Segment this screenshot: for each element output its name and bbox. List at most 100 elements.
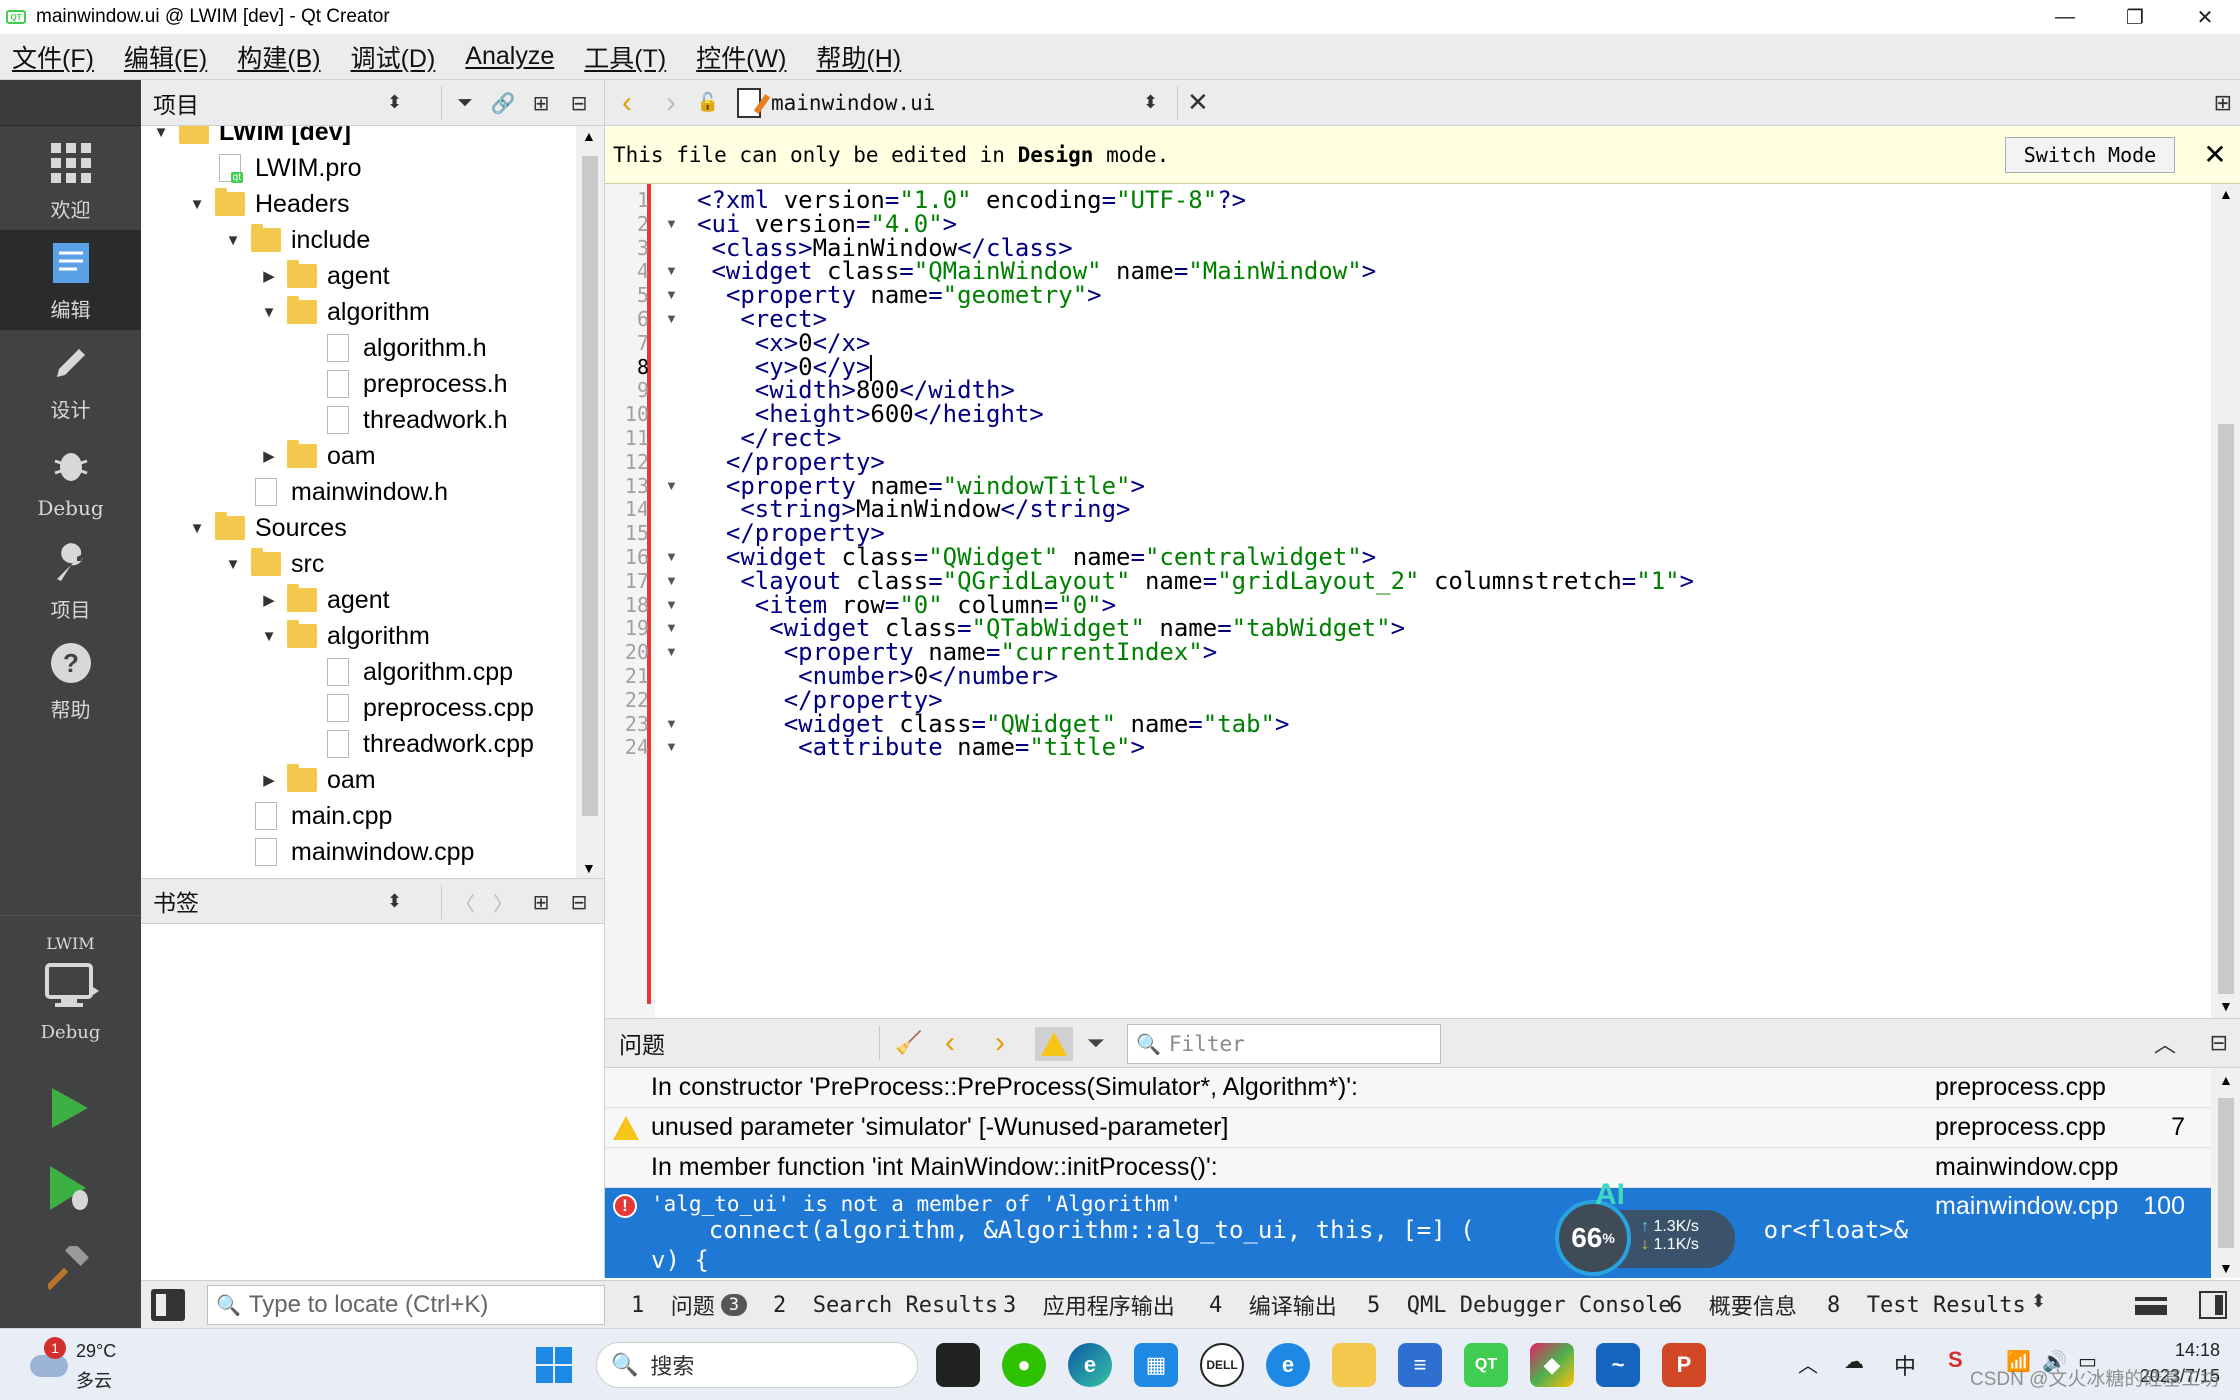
collapsed-arrow-icon[interactable]: ▶	[257, 267, 281, 285]
tree-item[interactable]: algorithm.cpp	[293, 654, 513, 690]
tree-item[interactable]: ▶ oam	[257, 438, 376, 474]
restore-button[interactable]: ❐	[2100, 0, 2170, 34]
mode-projects[interactable]: 项目	[0, 530, 141, 630]
fold-toggle-icon[interactable]: ▼	[665, 573, 678, 588]
scroll-down-icon[interactable]: ▼	[2219, 998, 2233, 1014]
editor-scrollbar[interactable]: ▲ ▼	[2211, 184, 2240, 1018]
tree-item[interactable]: preprocess.cpp	[293, 690, 534, 726]
filter-categories-button[interactable]: ⏷	[1087, 1030, 1105, 1056]
issue-row[interactable]: unused parameter 'simulator' [-Wunused-p…	[605, 1108, 2211, 1148]
tree-item[interactable]: preprocess.h	[293, 366, 508, 402]
tree-item[interactable]: ▼ Headers	[185, 186, 350, 222]
go-forward-button[interactable]: ›	[649, 83, 693, 123]
edge-browser-icon[interactable]: e	[1068, 1343, 1112, 1387]
taskbar-search[interactable]: 🔍 搜索	[596, 1342, 918, 1388]
expanded-arrow-icon[interactable]: ▼	[149, 126, 173, 141]
weather-widget[interactable]: 1 29°C 多云	[30, 1337, 150, 1395]
start-button[interactable]	[532, 1343, 576, 1387]
wechat-icon[interactable]: ●	[1002, 1343, 1046, 1387]
sogou-ime-icon[interactable]: S	[1948, 1347, 1963, 1373]
split-editor-button[interactable]: ⊞	[2214, 90, 2232, 116]
file-explorer-icon[interactable]	[1332, 1343, 1376, 1387]
tray-overflow-icon[interactable]: ︿	[1798, 1349, 1818, 1378]
powerpoint-icon[interactable]: P	[1662, 1343, 1706, 1387]
fold-toggle-icon[interactable]: ▼	[665, 287, 678, 302]
next-bookmark-button[interactable]: 〉	[484, 883, 522, 921]
close-panel-button[interactable]: ⊟	[560, 84, 598, 122]
filter-tree-button[interactable]: ⏷	[446, 84, 484, 122]
tree-item[interactable]: ▼ include	[221, 222, 370, 258]
tree-item[interactable]: ▶ agent	[257, 258, 390, 294]
ime-indicator[interactable]: 中	[1894, 1349, 1916, 1381]
mode-design[interactable]: 设计	[0, 330, 141, 430]
switch-mode-button[interactable]: Switch Mode	[2005, 137, 2175, 173]
tree-item[interactable]: mainwindow.h	[221, 474, 448, 510]
expanded-arrow-icon[interactable]: ▼	[257, 628, 281, 645]
expanded-arrow-icon[interactable]: ▼	[257, 304, 281, 321]
expanded-arrow-icon[interactable]: ▼	[221, 556, 245, 573]
project-tree-scrollbar[interactable]: ▲ ▼	[576, 126, 604, 878]
kit-selector[interactable]: LWIM Debug	[0, 915, 141, 1043]
toggle-right-sidebar-button[interactable]	[2199, 1291, 2227, 1319]
tree-item[interactable]: ▼ src	[221, 546, 324, 582]
dell-icon[interactable]: DELL	[1200, 1343, 1244, 1387]
toggle-progress-button[interactable]	[2131, 1291, 2171, 1319]
scroll-up-icon[interactable]: ▲	[2219, 1072, 2233, 1088]
maximize-panel-button[interactable]: ︿	[2154, 1027, 2176, 1059]
fold-toggle-icon[interactable]: ▼	[665, 739, 678, 754]
menu-edit[interactable]: 编辑(E)	[124, 39, 207, 75]
task-view-icon[interactable]	[936, 1343, 980, 1387]
output-tab-qml-console[interactable]: 5 QML Debugger Console	[1367, 1281, 1672, 1329]
fold-toggle-icon[interactable]: ▼	[665, 311, 678, 326]
expanded-arrow-icon[interactable]: ▼	[185, 196, 209, 213]
tree-item[interactable]: ▼ Sources	[185, 510, 347, 546]
menu-tools[interactable]: 工具(T)	[584, 39, 666, 75]
output-tab-test-results[interactable]: 8 Test Results	[1827, 1281, 2026, 1329]
tree-item[interactable]: ▼ LWIM [dev]	[149, 126, 351, 150]
minimize-button[interactable]: —	[2030, 0, 2100, 34]
prev-issue-button[interactable]: ‹	[945, 1026, 955, 1060]
collapsed-arrow-icon[interactable]: ▶	[257, 447, 281, 465]
next-issue-button[interactable]: ›	[995, 1026, 1005, 1060]
fold-toggle-icon[interactable]: ▼	[665, 644, 678, 659]
git-icon[interactable]: ◆	[1530, 1343, 1574, 1387]
expanded-arrow-icon[interactable]: ▼	[221, 232, 245, 249]
internet-explorer-icon[interactable]: e	[1266, 1343, 1310, 1387]
output-tab-app-output[interactable]: 3 应用程序输出	[1003, 1281, 1175, 1329]
mode-debug[interactable]: Debug	[0, 430, 141, 530]
view-chooser-arrows-icon[interactable]: ⬍	[387, 891, 402, 912]
collapsed-arrow-icon[interactable]: ▶	[257, 771, 281, 789]
close-panel-button[interactable]: ⊟	[560, 883, 598, 921]
split-panel-button[interactable]: ⊞	[522, 883, 560, 921]
scroll-down-icon[interactable]: ▼	[582, 860, 596, 876]
code-line[interactable]: <attribute name="title">	[697, 733, 1145, 761]
toggle-sidebar-button[interactable]	[151, 1289, 185, 1321]
document-list-arrows-icon[interactable]: ⬍	[1143, 92, 1158, 113]
output-tab-search-results[interactable]: 2 Search Results	[773, 1281, 998, 1329]
menu-debug[interactable]: 调试(D)	[351, 39, 436, 75]
sync-editor-button[interactable]: 🔗	[484, 84, 522, 122]
fold-toggle-icon[interactable]: ▼	[665, 597, 678, 612]
tree-item[interactable]: ▼ algorithm	[257, 294, 430, 330]
more-tabs-arrows-icon[interactable]: ⬍	[2031, 1291, 2046, 1312]
fold-toggle-icon[interactable]: ▼	[665, 263, 678, 278]
tree-item[interactable]: threadwork.cpp	[293, 726, 534, 762]
paint-icon[interactable]: ~	[1596, 1343, 1640, 1387]
close-panel-button[interactable]: ⊟	[2210, 1030, 2228, 1056]
collapsed-arrow-icon[interactable]: ▶	[257, 591, 281, 609]
menu-analyze[interactable]: Analyze	[465, 42, 554, 71]
output-tab-compile-output[interactable]: 4 编译输出	[1209, 1281, 1337, 1329]
show-warnings-toggle[interactable]	[1035, 1027, 1073, 1061]
debug-run-button[interactable]	[40, 1160, 100, 1220]
scroll-thumb[interactable]	[582, 156, 598, 816]
fold-toggle-icon[interactable]: ▼	[665, 549, 678, 564]
tree-item[interactable]: ▶ agent	[257, 582, 390, 618]
mode-edit[interactable]: 编辑	[0, 230, 141, 330]
view-chooser-arrows-icon[interactable]: ⬍	[387, 92, 402, 113]
output-tab-general-messages[interactable]: 6 概要信息	[1669, 1281, 1797, 1329]
scroll-up-icon[interactable]: ▲	[582, 128, 596, 144]
fold-toggle-icon[interactable]: ▼	[665, 620, 678, 635]
tree-item[interactable]: ▶ oam	[257, 762, 376, 798]
notepad-icon[interactable]: ≡	[1398, 1343, 1442, 1387]
menu-file[interactable]: 文件(F)	[12, 39, 94, 75]
